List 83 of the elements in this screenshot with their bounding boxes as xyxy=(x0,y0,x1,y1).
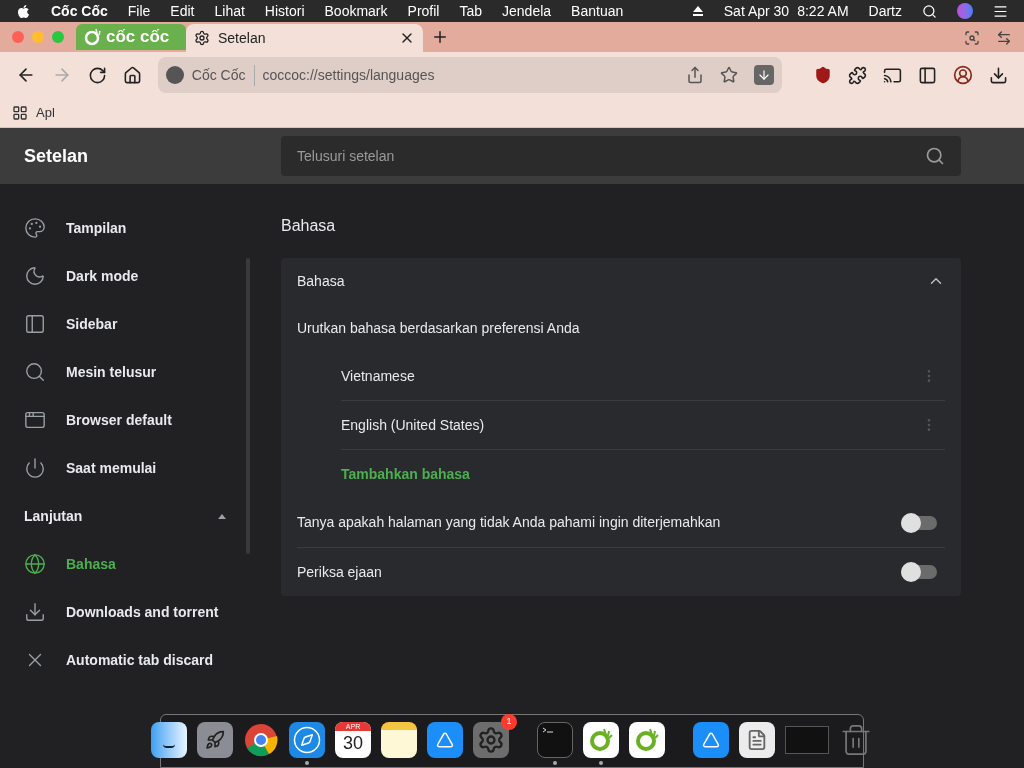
rocket-icon[interactable] xyxy=(197,721,233,758)
site-name: Cốc Cốc xyxy=(191,64,255,86)
menu-date: Sat Apr 30 xyxy=(723,1,790,21)
card-subtitle: Urutkan bahasa berdasarkan preferensi Anda xyxy=(297,318,581,338)
sidebar-item[interactable]: Tampilan xyxy=(0,204,250,252)
sidebar-item[interactable]: Downloads and torrent xyxy=(0,588,250,636)
sidebar-icon[interactable] xyxy=(918,65,938,85)
menu-item[interactable]: Histori xyxy=(264,0,305,22)
notes-icon[interactable] xyxy=(381,721,417,758)
tab-search-icon[interactable] xyxy=(964,30,980,46)
apple-icon[interactable] xyxy=(16,3,31,19)
menu-item[interactable]: Tab xyxy=(459,0,483,22)
home-icon[interactable] xyxy=(122,65,142,85)
sidebar-item[interactable]: Browser default xyxy=(0,396,250,444)
section-toggle[interactable]: Lanjutan xyxy=(0,492,250,540)
menu-item[interactable]: Profil xyxy=(407,0,440,22)
compass-icon[interactable] xyxy=(289,721,325,758)
address-bar[interactable]: Cốc Cốc coccoc://settings/languages xyxy=(157,57,783,93)
language-name: Vietnamese xyxy=(341,366,416,386)
browser-tab[interactable]: Setelan xyxy=(186,24,423,52)
cast-icon[interactable] xyxy=(883,65,903,85)
grid-icon xyxy=(12,104,28,121)
toggle-label: Tanya apakah halaman yang tidak Anda pahami ingin diterjemahkan xyxy=(297,513,722,532)
terminal-icon[interactable] xyxy=(537,721,573,758)
window-icon xyxy=(24,409,46,431)
globe-icon xyxy=(24,553,46,575)
downloads-icon[interactable] xyxy=(989,65,1008,85)
apps-shortcut[interactable]: Apl xyxy=(12,102,55,123)
gear-icon xyxy=(194,30,210,46)
site-logo-icon xyxy=(165,66,184,84)
toggle-label: Periksa ejaan xyxy=(297,562,383,582)
sidebar-item[interactable]: Saat memulai xyxy=(0,444,250,492)
menu-item[interactable]: Jendela xyxy=(502,0,552,22)
url-text: coccoc://settings/languages xyxy=(262,65,436,85)
card-header: Bahasa xyxy=(297,271,346,291)
star-icon[interactable] xyxy=(720,66,739,84)
menu-item[interactable]: Bantuan xyxy=(571,0,624,22)
menu-icon[interactable] xyxy=(993,3,1008,19)
power-icon xyxy=(24,457,46,479)
eject-icon[interactable] xyxy=(691,5,704,17)
menu-item[interactable]: File xyxy=(127,0,151,22)
siri-icon[interactable] xyxy=(957,3,973,19)
language-name: English (United States) xyxy=(341,415,486,435)
share-icon[interactable] xyxy=(686,66,705,84)
user-name[interactable]: Dartz xyxy=(868,0,902,22)
app-store-icon[interactable] xyxy=(693,721,729,758)
panel-icon xyxy=(24,313,46,335)
menu-time: 8:22 AM xyxy=(797,1,849,21)
sidebar-item[interactable]: Bahasa xyxy=(0,540,250,588)
toggle-switch[interactable] xyxy=(901,515,937,530)
toggle-switch[interactable] xyxy=(901,565,937,579)
gear-icon[interactable] xyxy=(473,721,509,758)
moon-icon xyxy=(24,265,46,287)
search-icon[interactable] xyxy=(922,3,937,19)
sidebar-item[interactable]: Mesin telusur xyxy=(0,348,250,396)
section-title: Bahasa xyxy=(281,216,337,236)
app-menu[interactable]: Cốc Cốc xyxy=(51,0,108,22)
reload-icon[interactable] xyxy=(87,65,107,85)
puzzle-icon[interactable] xyxy=(848,65,868,85)
menu-item[interactable]: Lihat xyxy=(214,0,245,22)
palette-icon xyxy=(24,217,46,239)
new-tab-icon[interactable] xyxy=(431,28,449,46)
page-title: Setelan xyxy=(23,144,90,168)
search-icon xyxy=(24,361,46,383)
search-icon xyxy=(925,146,945,166)
document-icon[interactable] xyxy=(739,721,775,758)
arrows-icon[interactable] xyxy=(996,30,1012,46)
caret-icon xyxy=(218,513,226,519)
download-icon xyxy=(24,601,46,623)
sidebar-item[interactable]: Automatic tab discard xyxy=(0,636,250,684)
app-store-icon[interactable] xyxy=(427,721,463,758)
search-field[interactable]: Telusuri setelan xyxy=(281,136,961,176)
sidebar-item[interactable]: Sidebar xyxy=(0,300,250,348)
shield-icon[interactable] xyxy=(814,66,833,84)
sidebar-item[interactable]: Dark mode xyxy=(0,252,250,300)
menu-item[interactable]: Bookmark xyxy=(324,0,388,22)
trash-icon[interactable] xyxy=(839,722,873,757)
profile-icon[interactable] xyxy=(953,65,974,85)
browser-icon[interactable] xyxy=(243,721,279,758)
menu-item[interactable]: Edit xyxy=(170,0,195,22)
download-icon[interactable] xyxy=(754,65,775,85)
window-thumbnail[interactable] xyxy=(785,725,829,754)
add-language-link[interactable]: Tambahkan bahasa xyxy=(341,463,470,485)
